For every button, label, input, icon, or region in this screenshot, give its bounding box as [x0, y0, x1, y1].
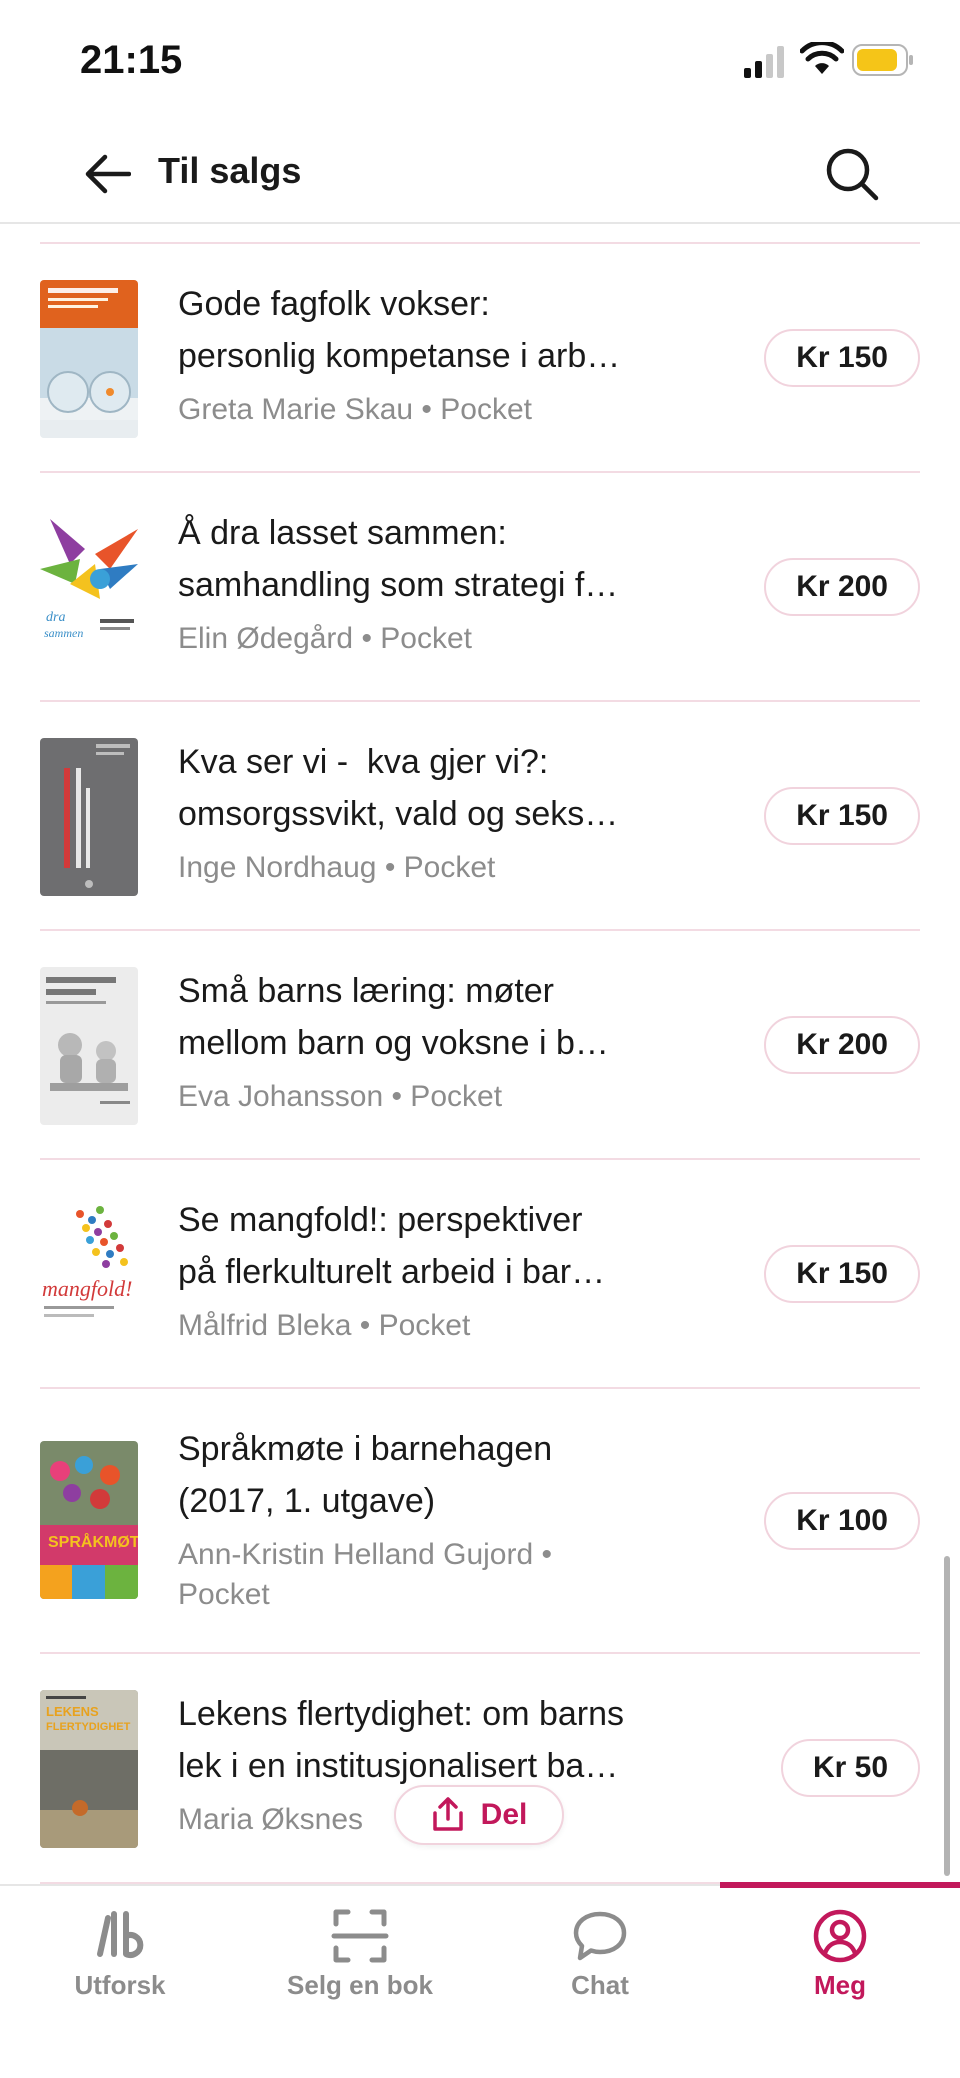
status-bar: 21:15 — [0, 0, 960, 120]
book-meta: Elin Ødegård • Pocket — [178, 622, 472, 655]
book-title: Lekens flertydighet: om barns lek i en i… — [178, 1695, 625, 1785]
price-badge: Kr 100 — [764, 1492, 920, 1550]
book-row[interactable]: SPRÅKMØTE Språkmøte i barnehagen (2017, … — [40, 1389, 920, 1654]
book-list: Gode fagfolk vokser: personlig kompetans… — [0, 224, 960, 1884]
chat-bubble-icon — [573, 1911, 627, 1961]
nav-utforsk[interactable]: Utforsk — [0, 1886, 240, 2078]
app-header: Til salgs — [0, 120, 960, 224]
book-row[interactable]: mangfold! Se mangfold!: perspektiver på … — [40, 1160, 920, 1389]
book-meta: Målfrid Bleka • Pocket — [178, 1309, 471, 1342]
book-title: Å dra lasset sammen: samhandling som str… — [178, 514, 619, 604]
book-title: Gode fagfolk vokser: personlig kompetans… — [178, 285, 621, 375]
book-row[interactable]: Gode fagfolk vokser: personlig kompetans… — [40, 244, 920, 473]
book-title: Kva ser vi - kva gjer vi?: omsorgssvikt,… — [178, 743, 619, 833]
scan-icon — [331, 1909, 389, 1963]
status-time: 21:15 — [80, 38, 183, 82]
book-cover — [40, 280, 138, 438]
cellular-signal-icon — [744, 46, 784, 78]
book-row[interactable]: dra sammen Å dra lasset sammen: samhandl… — [40, 473, 920, 702]
lb-logo-icon — [97, 1911, 144, 1958]
svg-text:dra: dra — [46, 610, 65, 625]
book-row[interactable]: LEKENS FLERTYDIGHET Lekens flertydighet:… — [40, 1654, 920, 1884]
svg-text:sammen: sammen — [44, 626, 83, 640]
nav-chat[interactable]: Chat — [480, 1886, 720, 2078]
page-title: Til salgs — [158, 150, 302, 191]
arrow-left-icon — [85, 154, 131, 194]
share-button[interactable]: Del — [394, 1785, 564, 1845]
book-row[interactable]: Kva ser vi - kva gjer vi?: omsorgssvikt,… — [40, 702, 920, 931]
wifi-icon — [800, 42, 844, 74]
nav-selg-en-bok[interactable]: Selg en bok — [240, 1886, 480, 2078]
share-icon — [432, 1797, 463, 1831]
svg-text:LEKENS: LEKENS — [46, 1704, 99, 1719]
nav-label: Chat — [571, 1970, 629, 2000]
price-badge: Kr 50 — [780, 1739, 920, 1797]
nav-label: Selg en bok — [287, 1970, 433, 2000]
book-title: Språkmøte i barnehagen (2017, 1. utgave) — [178, 1430, 553, 1520]
book-meta: Greta Marie Skau • Pocket — [178, 393, 532, 426]
price-badge: Kr 150 — [764, 787, 920, 845]
book-cover: dra sammen — [40, 509, 138, 667]
book-cover: LEKENS FLERTYDIGHET — [40, 1690, 138, 1848]
book-row[interactable]: Små barns læring: møter mellom barn og v… — [40, 931, 920, 1160]
book-title: Små barns læring: møter mellom barn og v… — [178, 972, 609, 1062]
search-icon — [826, 148, 879, 201]
nav-label: Meg — [814, 1970, 866, 2000]
book-cover: SPRÅKMØTE — [40, 1441, 138, 1599]
price-badge: Kr 200 — [764, 558, 920, 616]
book-meta: Ann-Kristin Helland Gujord • Pocket — [178, 1538, 553, 1611]
nav-label: Utforsk — [74, 1970, 166, 2000]
price-badge: Kr 150 — [764, 1245, 920, 1303]
back-button[interactable] — [80, 146, 136, 202]
price-badge: Kr 200 — [764, 1016, 920, 1074]
battery-icon — [852, 44, 913, 76]
book-cover — [40, 967, 138, 1125]
bottom-navigation: Utforsk Selg en bok Chat Meg — [0, 1882, 960, 2078]
book-cover — [40, 738, 138, 896]
share-label: Del — [480, 1798, 528, 1831]
search-button[interactable] — [820, 142, 884, 206]
svg-text:FLERTYDIGHET: FLERTYDIGHET — [46, 1721, 131, 1733]
svg-text:mangfold!: mangfold! — [42, 1276, 132, 1301]
scrollbar[interactable] — [944, 1556, 950, 1876]
svg-text:SPRÅKMØTE: SPRÅKMØTE — [48, 1532, 138, 1551]
book-cover: mangfold! — [40, 1196, 138, 1354]
book-meta: Eva Johansson • Pocket — [178, 1080, 503, 1113]
nav-meg[interactable]: Meg — [720, 1886, 960, 2078]
book-title: Se mangfold!: perspektiver på flerkultur… — [178, 1201, 606, 1291]
book-meta: Inge Nordhaug • Pocket — [178, 851, 496, 884]
price-badge: Kr 150 — [764, 329, 920, 387]
user-circle-icon — [813, 1909, 867, 1963]
